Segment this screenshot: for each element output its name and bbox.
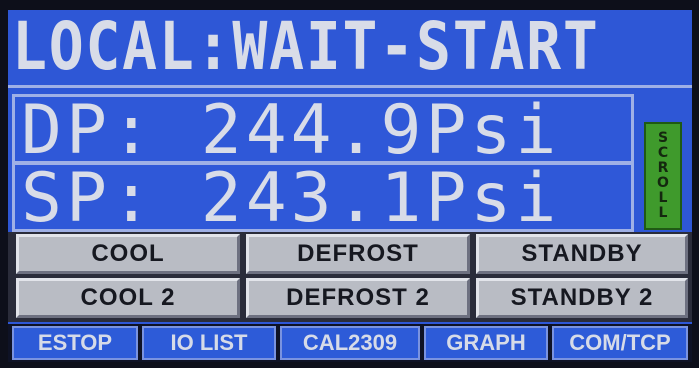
cool-label: COOL xyxy=(91,240,165,267)
dp-value: DP: 244.9Psi xyxy=(21,91,561,170)
estop-label: ESTOP xyxy=(37,330,113,355)
sp-value: SP: 243.1Psi xyxy=(21,159,561,238)
standby-label: STANDBY xyxy=(521,240,643,267)
status-text: LOCAL:WAIT-START xyxy=(12,8,600,85)
status-bar: LOCAL:WAIT-START xyxy=(8,10,692,88)
estop-button[interactable]: ESTOP xyxy=(12,326,138,360)
standby-2-button[interactable]: STANDBY 2 xyxy=(476,278,688,318)
bottom-nav: ESTOP IO LIST CAL2309 GRAPH COM/TCP xyxy=(8,324,692,362)
com-tcp-label: COM/TCP xyxy=(569,330,671,355)
defrost-label: DEFROST xyxy=(297,240,419,267)
mode-button-grid: COOL DEFROST STANDBY COOL 2 DEFROST 2 ST… xyxy=(8,232,692,322)
cal-button[interactable]: CAL2309 xyxy=(280,326,420,360)
graph-label: GRAPH xyxy=(446,330,526,355)
scroll-button[interactable]: SCROLL xyxy=(644,122,682,230)
standby-button[interactable]: STANDBY xyxy=(476,234,688,274)
standby-2-label: STANDBY 2 xyxy=(510,284,654,311)
graph-button[interactable]: GRAPH xyxy=(424,326,548,360)
cool-2-button[interactable]: COOL 2 xyxy=(16,278,240,318)
defrost-2-button[interactable]: DEFROST 2 xyxy=(246,278,470,318)
defrost-button[interactable]: DEFROST xyxy=(246,234,470,274)
io-list-button[interactable]: IO LIST xyxy=(142,326,276,360)
cool-button[interactable]: COOL xyxy=(16,234,240,274)
sp-readout: SP: 243.1Psi xyxy=(12,159,634,238)
hmi-screen: LOCAL:WAIT-START DP: 244.9Psi SP: 243.1P… xyxy=(8,10,692,362)
cal-label: CAL2309 xyxy=(302,330,398,355)
scroll-label: SCROLL xyxy=(657,130,669,221)
dp-readout: DP: 244.9Psi xyxy=(12,91,634,170)
com-tcp-button[interactable]: COM/TCP xyxy=(552,326,688,360)
io-list-label: IO LIST xyxy=(170,330,248,355)
defrost-2-label: DEFROST 2 xyxy=(286,284,430,311)
cool-2-label: COOL 2 xyxy=(80,284,176,311)
